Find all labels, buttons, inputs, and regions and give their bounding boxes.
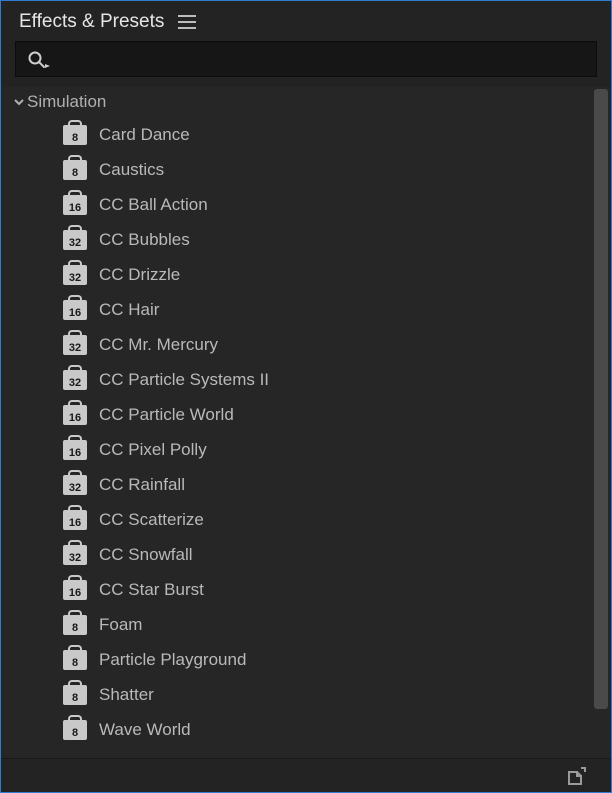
effect-bitdepth-value: 8	[72, 623, 78, 634]
effect-bitdepth-value: 32	[69, 378, 81, 389]
effect-item[interactable]: 32 CC Bubbles	[1, 222, 611, 257]
effect-label: CC Pixel Polly	[99, 440, 207, 460]
effect-item[interactable]: 8 Foam	[1, 607, 611, 642]
effect-label: Card Dance	[99, 125, 190, 145]
effect-bitdepth-icon: 32	[63, 370, 87, 390]
effect-bitdepth-value: 8	[72, 168, 78, 179]
effect-item[interactable]: 32 CC Drizzle	[1, 257, 611, 292]
effect-bitdepth-icon: 32	[63, 230, 87, 250]
effect-bitdepth-value: 8	[72, 658, 78, 669]
effect-bitdepth-value: 8	[72, 728, 78, 739]
effect-label: CC Snowfall	[99, 545, 193, 565]
effect-bitdepth-value: 32	[69, 483, 81, 494]
scrollbar-thumb[interactable]	[594, 89, 608, 709]
effect-label: CC Rainfall	[99, 475, 185, 495]
effects-tree: Simulation 8 Card Dance 8 Caustics 16 CC Ball…	[1, 87, 611, 758]
effect-label: CC Star Burst	[99, 580, 204, 600]
effect-bitdepth-icon: 8	[63, 125, 87, 145]
effect-bitdepth-icon: 8	[63, 685, 87, 705]
effect-bitdepth-icon: 16	[63, 580, 87, 600]
effect-bitdepth-icon: 16	[63, 510, 87, 530]
scrollbar-vertical[interactable]	[591, 87, 609, 758]
effect-label: CC Particle World	[99, 405, 234, 425]
effect-bitdepth-value: 8	[72, 693, 78, 704]
effect-bitdepth-icon: 16	[63, 195, 87, 215]
effect-bitdepth-icon: 8	[63, 615, 87, 635]
effect-bitdepth-value: 32	[69, 273, 81, 284]
panel-header: Effects & Presets	[1, 1, 611, 41]
effect-bitdepth-value: 32	[69, 238, 81, 249]
chevron-down-icon	[11, 94, 27, 110]
effect-bitdepth-icon: 32	[63, 265, 87, 285]
effect-item[interactable]: 8 Shatter	[1, 677, 611, 712]
effect-item[interactable]: 32 CC Mr. Mercury	[1, 327, 611, 362]
effect-item[interactable]: 8 Caustics	[1, 152, 611, 187]
effect-item[interactable]: 32 CC Rainfall	[1, 467, 611, 502]
effect-label: CC Ball Action	[99, 195, 208, 215]
effect-bitdepth-value: 32	[69, 343, 81, 354]
effect-bitdepth-icon: 8	[63, 160, 87, 180]
panel-menu-icon[interactable]	[178, 15, 196, 29]
effect-bitdepth-icon: 8	[63, 720, 87, 740]
tree-content: Simulation 8 Card Dance 8 Caustics 16 CC Ball…	[1, 87, 611, 758]
new-bin-icon[interactable]	[567, 766, 587, 786]
effect-item[interactable]: 16 CC Scatterize	[1, 502, 611, 537]
effect-bitdepth-value: 16	[69, 308, 81, 319]
effect-item[interactable]: 32 CC Snowfall	[1, 537, 611, 572]
search-box[interactable]	[15, 41, 597, 77]
effect-item[interactable]: 8 Wave World	[1, 712, 611, 747]
category-simulation[interactable]: Simulation	[1, 87, 611, 117]
effect-label: CC Hair	[99, 300, 159, 320]
effect-label: CC Mr. Mercury	[99, 335, 218, 355]
effect-item[interactable]: 16 CC Pixel Polly	[1, 432, 611, 467]
effect-bitdepth-value: 16	[69, 203, 81, 214]
effect-bitdepth-value: 16	[69, 518, 81, 529]
effect-label: Caustics	[99, 160, 164, 180]
effect-bitdepth-icon: 32	[63, 545, 87, 565]
panel-title: Effects & Presets	[19, 11, 164, 33]
search-icon	[26, 49, 50, 69]
effect-item[interactable]: 16 CC Star Burst	[1, 572, 611, 607]
effect-label: CC Scatterize	[99, 510, 204, 530]
effect-label: Shatter	[99, 685, 154, 705]
effect-bitdepth-value: 8	[72, 133, 78, 144]
effect-bitdepth-value: 32	[69, 553, 81, 564]
effect-bitdepth-value: 16	[69, 413, 81, 424]
panel-footer	[1, 758, 611, 792]
search-input[interactable]	[56, 51, 586, 68]
effect-bitdepth-icon: 16	[63, 405, 87, 425]
effect-bitdepth-icon: 16	[63, 300, 87, 320]
effect-item[interactable]: 16 CC Hair	[1, 292, 611, 327]
effect-bitdepth-icon: 16	[63, 440, 87, 460]
effect-label: CC Particle Systems II	[99, 370, 269, 390]
effect-label: CC Bubbles	[99, 230, 190, 250]
effect-item[interactable]: 16 CC Ball Action	[1, 187, 611, 222]
effect-label: Wave World	[99, 720, 191, 740]
category-label: Simulation	[27, 92, 106, 112]
effect-item[interactable]: 8 Particle Playground	[1, 642, 611, 677]
effect-item[interactable]: 16 CC Particle World	[1, 397, 611, 432]
effect-bitdepth-icon: 32	[63, 475, 87, 495]
effect-bitdepth-value: 16	[69, 588, 81, 599]
effect-bitdepth-icon: 8	[63, 650, 87, 670]
effect-item[interactable]: 32 CC Particle Systems II	[1, 362, 611, 397]
search-container	[1, 41, 611, 87]
effects-presets-panel: Effects & Presets	[0, 0, 612, 793]
effect-bitdepth-icon: 32	[63, 335, 87, 355]
effect-item[interactable]: 8 Card Dance	[1, 117, 611, 152]
effect-label: Particle Playground	[99, 650, 246, 670]
effect-label: Foam	[99, 615, 142, 635]
effect-label: CC Drizzle	[99, 265, 180, 285]
effect-bitdepth-value: 16	[69, 448, 81, 459]
